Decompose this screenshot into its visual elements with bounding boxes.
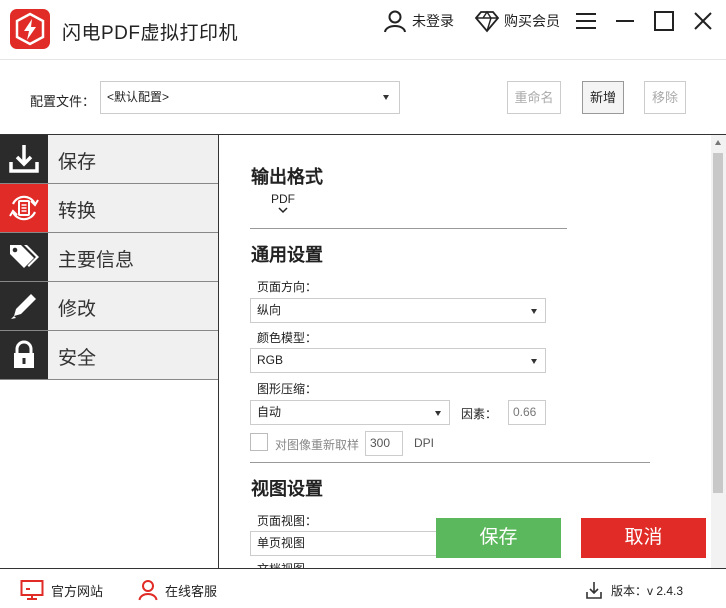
sidebar-item-label: 修改 (58, 299, 97, 320)
settings-panel: 输出格式 PDF 通用设置 页面方向： 纵向 颜色模型： RGB 图形压缩： 自… (220, 135, 726, 568)
sidebar-item-label: 主要信息 (58, 250, 135, 271)
output-format-select[interactable]: PDF (270, 192, 296, 215)
online-support-label: 在线客服 (165, 583, 218, 599)
scroll-up-icon[interactable] (715, 140, 721, 145)
chevron-down-icon (383, 95, 389, 100)
chevron-down-icon (278, 207, 288, 214)
hamburger-icon (576, 13, 596, 29)
user-support-icon (138, 580, 158, 601)
lock-icon (0, 331, 48, 379)
app-logo-icon (10, 9, 50, 49)
footer: 官方网站 在线客服 版本：v 2.4.3 (0, 568, 726, 608)
config-select-value: <默认配置> (107, 90, 170, 104)
sidebar-item-label: 转换 (58, 201, 97, 222)
login-label: 未登录 (412, 13, 454, 29)
login-button[interactable]: 未登录 (382, 8, 454, 34)
chevron-down-icon (531, 309, 537, 314)
sidebar: 保存 转换 主要信息 修改 安全 (0, 135, 219, 568)
orientation-select[interactable]: 纵向 (250, 298, 546, 323)
sidebar-item-security[interactable]: 安全 (0, 331, 218, 380)
minimize-icon (616, 20, 634, 22)
maximize-icon (654, 11, 674, 31)
download-icon (586, 582, 602, 599)
version-info: 版本：v 2.4.3 (585, 579, 683, 601)
buy-vip-label: 购买会员 (504, 13, 560, 29)
sidebar-item-save[interactable]: 保存 (0, 135, 218, 184)
color-model-value: RGB (257, 353, 284, 367)
user-icon (384, 10, 406, 33)
cancel-button[interactable]: 取消 (581, 518, 706, 558)
monitor-icon (20, 580, 44, 600)
color-model-select[interactable]: RGB (250, 348, 546, 373)
config-select[interactable]: <默认配置> (100, 81, 400, 114)
official-website-link[interactable]: 官方网站 (20, 579, 103, 601)
divider (250, 228, 567, 229)
sidebar-item-label: 安全 (58, 348, 97, 369)
sidebar-item-label: 保存 (58, 152, 97, 173)
pencil-icon (0, 282, 48, 330)
version-label: 版本：v 2.4.3 (611, 583, 684, 598)
divider (250, 462, 650, 463)
factor-label: 因素： (461, 407, 498, 421)
orientation-value: 纵向 (257, 303, 282, 317)
remove-button[interactable]: 移除 (644, 81, 686, 114)
buy-vip-button[interactable]: 购买会员 (474, 8, 560, 34)
sidebar-item-main-info[interactable]: 主要信息 (0, 233, 218, 282)
general-settings-title: 通用设置 (251, 245, 323, 265)
config-label: 配置文件： (30, 94, 96, 109)
diamond-icon (474, 10, 500, 33)
rename-button[interactable]: 重命名 (507, 81, 561, 114)
chevron-down-icon (531, 359, 537, 364)
resample-label: 对图像重新取样 (275, 438, 360, 452)
maximize-button[interactable] (651, 8, 677, 34)
dpi-input[interactable]: 300 (365, 431, 403, 456)
view-settings-title: 视图设置 (251, 479, 323, 499)
vertical-scrollbar[interactable] (711, 135, 726, 568)
output-format-title: 输出格式 (251, 167, 323, 187)
config-toolbar: 配置文件： <默认配置> 重命名 新增 移除 (0, 61, 726, 135)
resample-checkbox[interactable] (250, 433, 268, 451)
convert-icon (0, 184, 48, 232)
sidebar-item-modify[interactable]: 修改 (0, 282, 218, 331)
dpi-unit-label: DPI (414, 436, 435, 450)
title-bar: 闪电PDF虚拟打印机 未登录 购买会员 (0, 0, 726, 60)
sidebar-item-convert[interactable]: 转换 (0, 184, 218, 233)
official-website-label: 官方网站 (51, 583, 104, 599)
page-view-label: 页面视图： (257, 514, 318, 528)
online-support-link[interactable]: 在线客服 (138, 579, 217, 601)
close-icon (694, 12, 712, 30)
page-view-value: 单页视图 (257, 536, 306, 550)
factor-input[interactable]: 0.66 (508, 400, 546, 425)
orientation-label: 页面方向： (257, 280, 318, 294)
download-icon (0, 135, 48, 183)
minimize-button[interactable] (612, 8, 638, 34)
chevron-down-icon (435, 411, 441, 416)
output-format-value: PDF (271, 192, 295, 206)
new-config-button[interactable]: 新增 (582, 81, 624, 114)
compression-label: 图形压缩： (257, 382, 318, 396)
compression-value: 自动 (257, 405, 282, 419)
compression-select[interactable]: 自动 (250, 400, 450, 425)
scroll-thumb[interactable] (713, 153, 723, 493)
color-model-label: 颜色模型： (257, 331, 318, 345)
close-button[interactable] (690, 8, 716, 34)
save-button[interactable]: 保存 (436, 518, 561, 558)
tag-icon (0, 233, 48, 281)
menu-button[interactable] (573, 8, 599, 34)
app-title: 闪电PDF虚拟打印机 (62, 23, 239, 44)
